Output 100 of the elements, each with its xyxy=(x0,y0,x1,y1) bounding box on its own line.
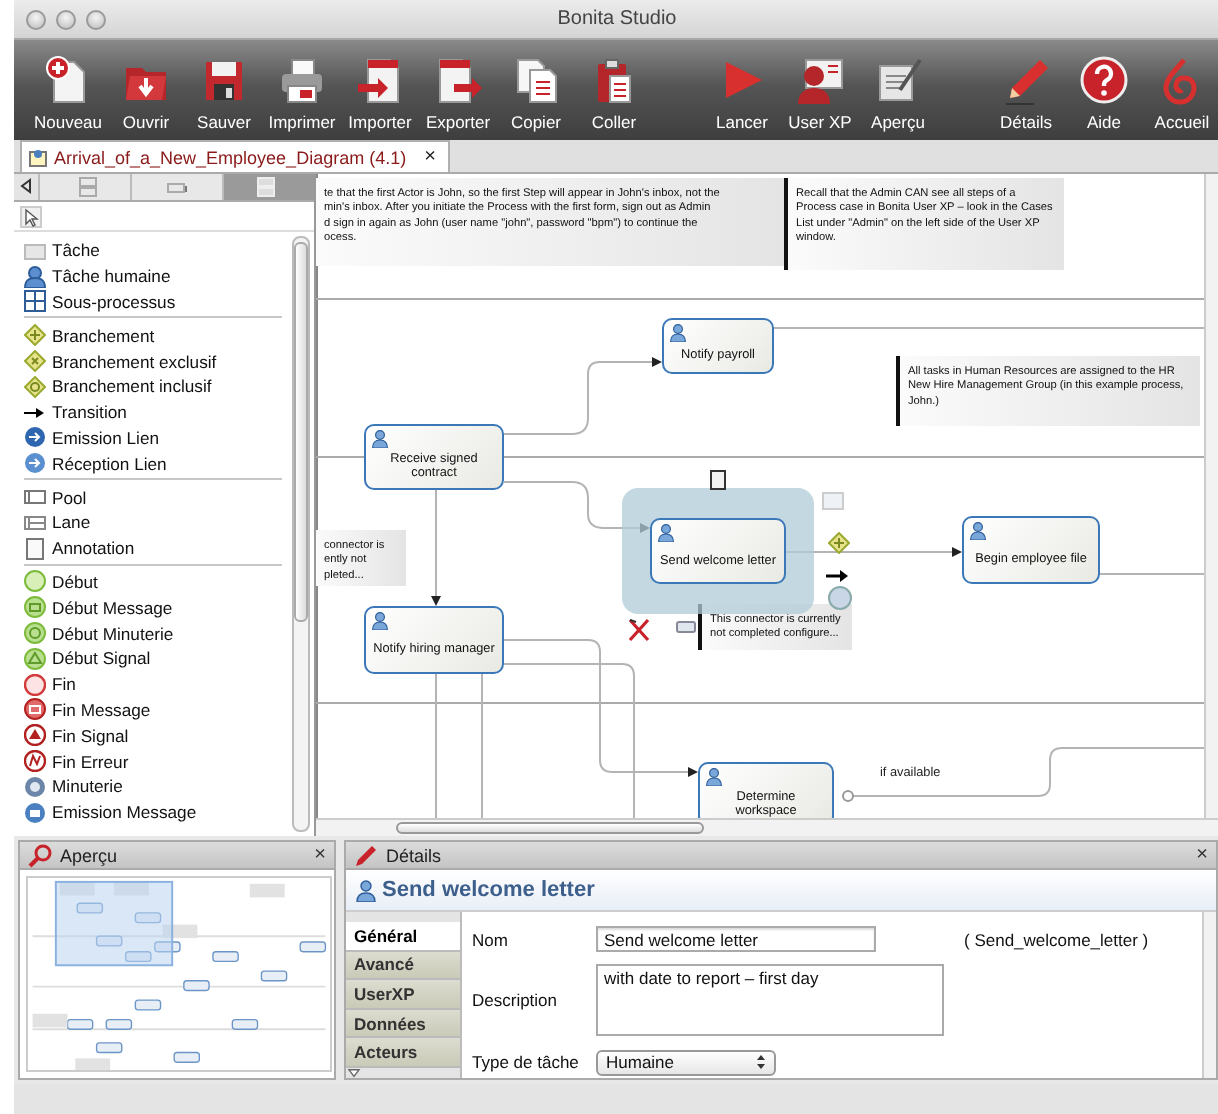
toolbar-button[interactable]: Coller xyxy=(576,40,652,140)
connector-icon[interactable] xyxy=(676,620,696,634)
diagram-icon xyxy=(28,147,48,167)
close-panel-button[interactable]: × xyxy=(1196,844,1208,866)
vertical-scrollbar[interactable] xyxy=(1204,174,1218,818)
toolbar-button[interactable]: Imprimer xyxy=(264,40,340,140)
task-type-dropdown[interactable]: Humaine xyxy=(596,1049,776,1076)
palette-item[interactable]: Fin Signal xyxy=(52,725,129,746)
horizontal-scrollbar[interactable] xyxy=(316,818,1218,836)
help-icon xyxy=(1078,54,1130,106)
overview-drawing[interactable] xyxy=(26,876,332,1072)
close-window-button[interactable] xyxy=(26,9,46,29)
close-panel-button[interactable]: × xyxy=(314,844,326,866)
palette-item[interactable]: Début Minuterie xyxy=(52,623,174,644)
panel-title: Détails xyxy=(386,845,444,865)
toolbar-button[interactable]: Détails xyxy=(988,40,1064,140)
palette-item[interactable]: Branchement exclusif xyxy=(52,351,217,372)
clock-circle-icon xyxy=(24,775,46,798)
palette-item[interactable]: Fin Erreur xyxy=(52,751,129,772)
toolbar-button[interactable]: Exporter xyxy=(420,40,496,140)
field-label: Nom xyxy=(472,929,510,950)
vertical-scrollbar[interactable] xyxy=(1202,912,1216,1078)
property-tab[interactable]: UserXP xyxy=(346,980,460,1010)
palette-item[interactable]: Emission Message xyxy=(52,802,197,823)
diagram-tab[interactable]: Arrival_of_a_New_Employee_Diagram (4.1) × xyxy=(20,140,450,172)
envelope-circle-icon xyxy=(24,801,46,824)
palette-item[interactable]: Lane xyxy=(52,512,91,533)
toolbar-button[interactable]: Copier xyxy=(498,40,574,140)
person-icon xyxy=(372,612,388,630)
clock-circle-icon xyxy=(24,622,46,645)
toolbar-button[interactable]: Aide xyxy=(1066,40,1142,140)
diamond-icon xyxy=(24,324,46,347)
palette-item[interactable]: Tâche humaine xyxy=(52,266,171,287)
envelope-circle-icon xyxy=(24,596,46,619)
diamond-icon[interactable] xyxy=(828,532,850,554)
minimize-window-button[interactable] xyxy=(56,9,76,29)
toolbar-button[interactable]: Accueil xyxy=(1144,40,1218,140)
palette-item[interactable]: Fin xyxy=(52,674,76,695)
palette-item[interactable]: Début xyxy=(52,571,98,592)
palette-item[interactable]: Annotation xyxy=(52,538,135,559)
toolbar-button[interactable]: Aperçu xyxy=(860,40,936,140)
name-field[interactable]: Send welcome letter xyxy=(596,926,876,953)
property-tab[interactable]: Acteurs xyxy=(346,1038,460,1068)
magnifier-icon xyxy=(28,843,52,867)
palette-item[interactable]: Fin Message xyxy=(52,699,151,720)
palette-item[interactable]: Transition xyxy=(52,402,127,423)
toolbar-button[interactable]: Importer xyxy=(342,40,418,140)
palette-item[interactable]: Branchement xyxy=(52,325,155,346)
property-tab[interactable]: Général xyxy=(346,922,460,952)
identifier-text: ( Send_welcome_letter ) xyxy=(962,929,1151,950)
vertical-scrollbar[interactable] xyxy=(292,236,310,832)
sequence-flow[interactable] xyxy=(431,489,441,606)
close-tab-button[interactable]: × xyxy=(424,146,436,168)
task-icon xyxy=(24,239,46,262)
palette-item[interactable]: Réception Lien xyxy=(52,453,167,474)
person-icon xyxy=(706,768,722,786)
lightning-circle-icon xyxy=(24,750,46,773)
person-icon xyxy=(670,324,686,342)
person-icon xyxy=(372,430,388,448)
arrow-icon[interactable] xyxy=(826,568,848,584)
pointer-icon[interactable] xyxy=(20,205,42,227)
printer-icon xyxy=(276,54,328,106)
palette-item[interactable]: Pool xyxy=(52,487,87,508)
person-icon xyxy=(658,524,674,542)
lane-icon xyxy=(24,511,46,534)
toolbar-button[interactable]: Ouvrir xyxy=(108,40,184,140)
palette-view-tab[interactable] xyxy=(130,174,222,200)
element-title: Send welcome letter xyxy=(382,878,595,902)
palette-item[interactable]: Branchement inclusif xyxy=(52,376,212,397)
palette-item[interactable]: Début Signal xyxy=(52,648,151,669)
diamond-icon xyxy=(24,375,46,398)
property-tab[interactable]: Avancé xyxy=(346,951,460,981)
annotation-icon[interactable] xyxy=(710,470,726,490)
circle-icon xyxy=(24,570,46,593)
palette-view-tab[interactable] xyxy=(222,174,314,200)
toolbar-button[interactable]: Lancer xyxy=(704,40,780,140)
palette-item[interactable]: Tâche xyxy=(52,240,100,261)
envelope-circle-icon xyxy=(24,698,46,721)
person-icon xyxy=(970,522,986,540)
description-field[interactable]: with date to report – first day xyxy=(596,964,944,1037)
triangle-circle-icon xyxy=(24,647,46,670)
toolbar-button[interactable]: Sauver xyxy=(186,40,262,140)
stepper-icon xyxy=(756,1054,766,1071)
palette-item[interactable]: Début Message xyxy=(52,597,173,618)
toolbar-button[interactable]: User XP xyxy=(782,40,858,140)
plus-square-icon xyxy=(24,290,46,313)
user-screen-icon xyxy=(794,54,846,106)
person-icon xyxy=(24,265,46,288)
diamond-icon xyxy=(24,350,46,373)
field-label: Description xyxy=(472,990,560,1011)
zoom-window-button[interactable] xyxy=(86,9,106,29)
task-shape-icon[interactable] xyxy=(822,492,844,510)
palette-item[interactable]: Emission Lien xyxy=(52,427,159,448)
annotation-icon xyxy=(24,537,46,560)
palette-item[interactable]: Sous-processus xyxy=(52,291,176,312)
palette-item[interactable]: Minuterie xyxy=(52,776,123,797)
property-tab[interactable]: Données xyxy=(346,1009,460,1039)
circle-arrow-icon xyxy=(24,426,46,449)
toolbar-button[interactable]: Nouveau xyxy=(30,40,106,140)
panel-title: Aperçu xyxy=(60,845,120,865)
